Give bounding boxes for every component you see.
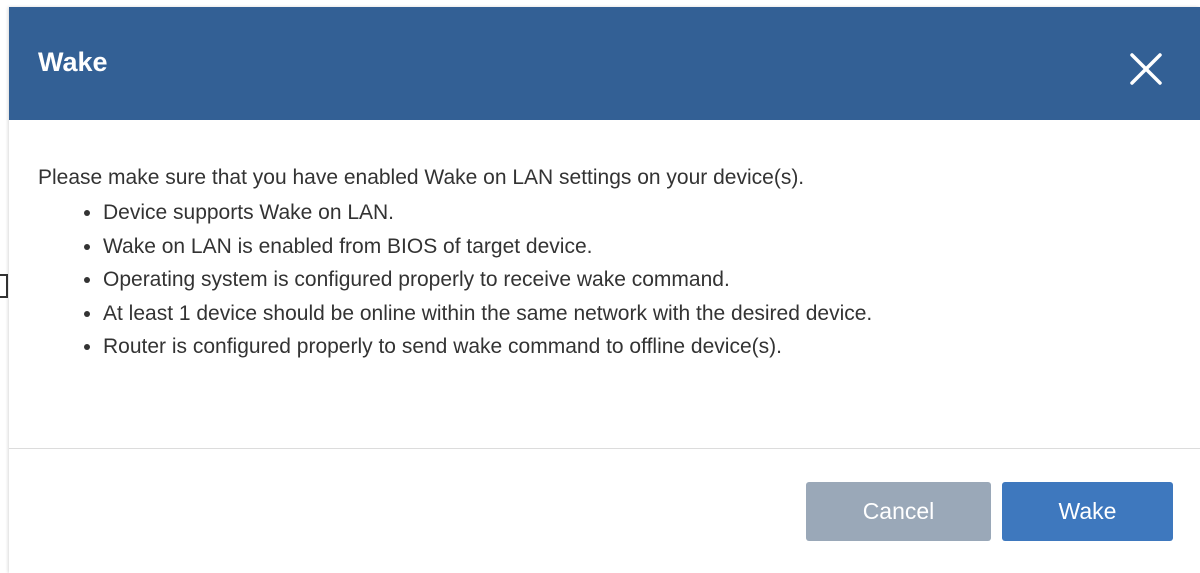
bullet-dot [84,310,90,317]
close-button[interactable] [1128,51,1164,87]
dialog-header: Wake [9,7,1200,120]
bullet-dot [84,344,90,350]
bullet-dot [84,243,90,250]
list-item: At least 1 device should be online withi… [84,297,872,331]
bullet-dot [84,277,90,283]
wake-button[interactable]: Wake [1002,482,1173,541]
list-item: Wake on LAN is enabled from BIOS of targ… [84,230,872,264]
dialog-body: Please make sure that you have enabled W… [9,120,1200,448]
list-item: Router is configured properly to send wa… [84,330,872,364]
dialog-title: Wake [38,47,108,77]
cancel-button[interactable]: Cancel [806,482,991,541]
requirements-list: Device supports Wake on LAN. Wake on LAN… [84,196,872,364]
bullet-dot [84,210,90,216]
list-item: Device supports Wake on LAN. [84,196,872,230]
background-page-edge [0,274,8,298]
close-icon [1130,53,1162,85]
dialog-footer: Cancel Wake [9,449,1200,573]
intro-text: Please make sure that you have enabled W… [38,166,805,189]
wake-dialog: Wake Please make sure that you have enab… [9,7,1200,573]
list-item: Operating system is configured properly … [84,263,872,297]
